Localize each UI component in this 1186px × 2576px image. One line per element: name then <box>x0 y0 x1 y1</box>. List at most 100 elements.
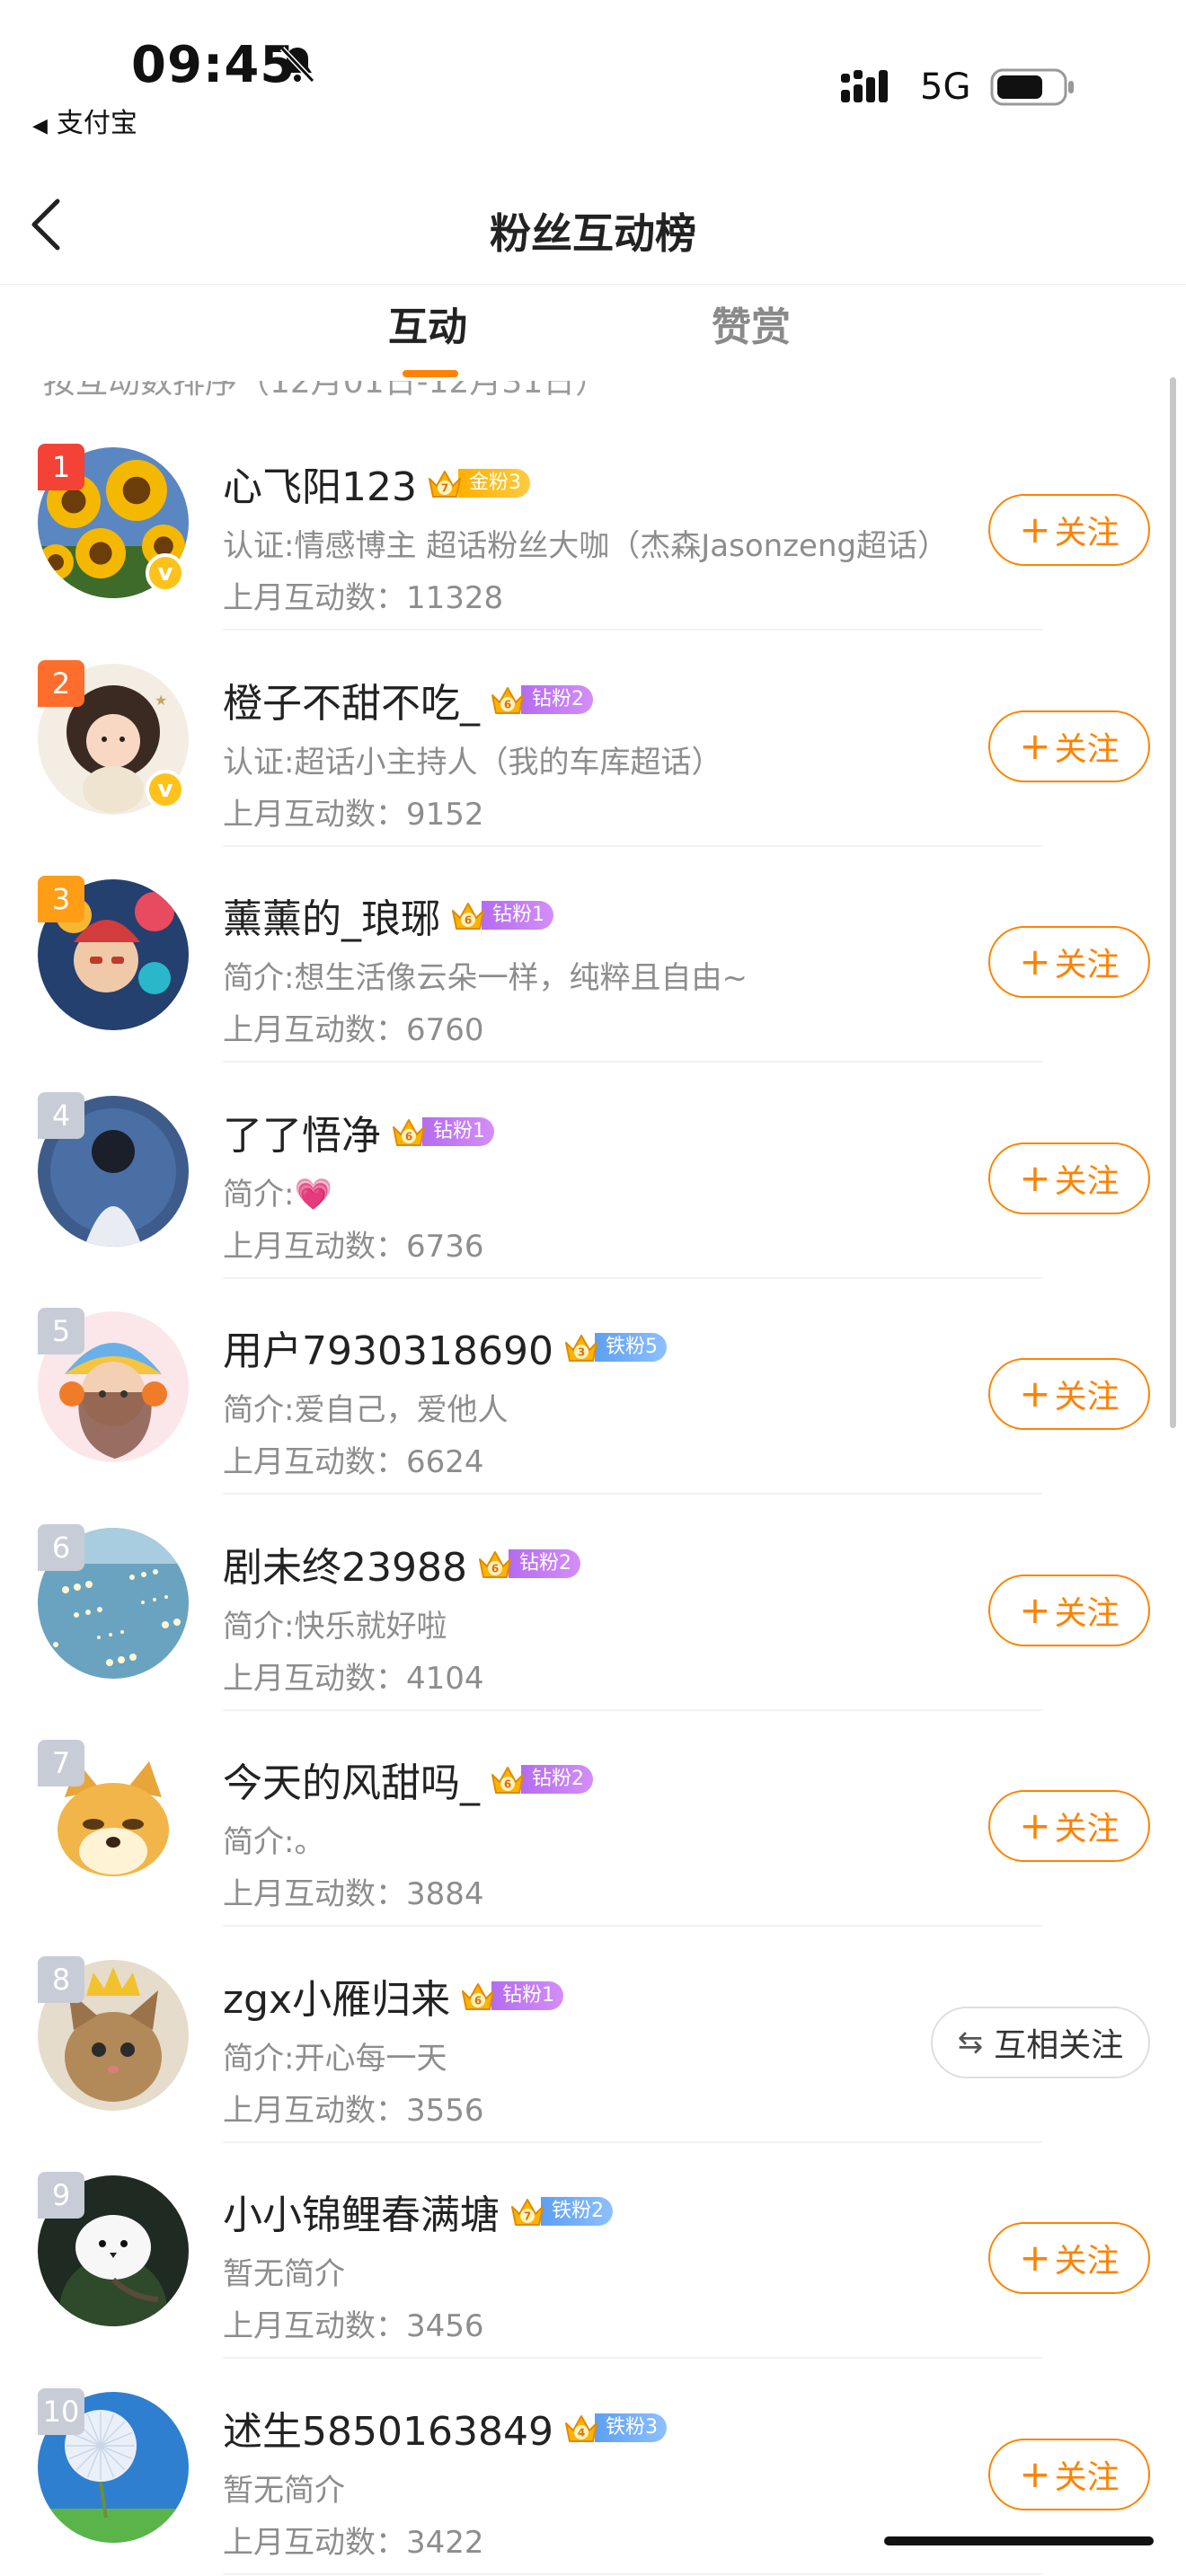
fan-level-badge[interactable]: 7 铁粉2 <box>509 2195 613 2228</box>
svg-text:3: 3 <box>578 1346 585 1359</box>
fan-description: 简介:💗 <box>223 1169 960 1213</box>
name-line: 剧未终23988 6 钻粉2 <box>223 1537 580 1591</box>
fan-name[interactable]: 用户7930318690 <box>223 1319 553 1376</box>
fan-description-text: 简介:快乐就好啦 <box>223 1608 447 1645</box>
fan-description: 简介:开心每一天 <box>223 2033 960 2078</box>
fan-name[interactable]: 了了悟净 <box>223 1103 381 1160</box>
follow-button[interactable]: + 关注 <box>988 2222 1150 2294</box>
mutual-follow-button[interactable]: ⇆ 互相关注 <box>931 2006 1150 2078</box>
fan-description: 简介:快乐就好啦 <box>223 1601 960 1645</box>
svg-text:7: 7 <box>524 2210 531 2223</box>
fan-level-badge[interactable]: 6 钻粉1 <box>449 899 553 931</box>
interaction-count: 上月互动数：4104 <box>223 1660 484 1697</box>
tab-active-indicator <box>403 370 458 377</box>
fan-row[interactable]: 8 zgx小雁归来 6 钻粉1 简介:开心每一天 上月互动数：3556 ⇆ 互相关… <box>0 1928 1186 2143</box>
name-line: 用户7930318690 3 铁粉5 <box>223 1320 667 1374</box>
crown-icon: 6 <box>462 1982 495 2010</box>
fan-row[interactable]: 9 小小锦鲤春满塘 7 铁粉2 暂无简介 上月互动数：3456 + 关注 <box>0 2143 1186 2359</box>
bell-muted-icon <box>279 46 315 84</box>
interaction-count: 上月互动数：11328 <box>223 580 504 616</box>
home-indicator[interactable] <box>884 2536 1154 2545</box>
fan-level-badge[interactable]: 6 钻粉1 <box>390 1116 494 1148</box>
network-label: 5G <box>920 66 971 108</box>
back-to-app-link[interactable]: ◀ 支付宝 <box>32 101 137 140</box>
name-line: 了了悟净 6 钻粉1 <box>223 1105 494 1159</box>
follow-button[interactable]: + 关注 <box>988 1790 1150 1862</box>
fan-name[interactable]: zgx小雁归来 <box>223 1967 450 2025</box>
fan-row[interactable]: 7 今天的风甜吗_ 6 钻粉2 简介:。 上月互动数：3884 + 关注 <box>0 1711 1186 1927</box>
follow-button[interactable]: + 关注 <box>988 2438 1150 2510</box>
interaction-count: 上月互动数：3422 <box>223 2524 484 2561</box>
fan-list[interactable]: 按互动数排序（12月01日-12月31日） 1 v 心飞阳123 7 金粉3 认… <box>0 381 1186 2576</box>
fan-level-label: 金粉3 <box>457 469 530 498</box>
svg-text:6: 6 <box>465 914 472 927</box>
fan-description-text: 简介:想生活像云朵一样，纯粹且自由~ <box>223 960 748 996</box>
fan-description-text: 认证:超话小主持人（我的车库超话） <box>223 744 722 781</box>
fan-row[interactable]: 1 v 心飞阳123 7 金粉3 认证:情感博主 超话粉丝大咖（杰森Jasonz… <box>0 415 1186 631</box>
crown-icon: 4 <box>564 2414 597 2442</box>
fan-name[interactable]: 剧未终23988 <box>223 1535 467 1592</box>
svg-text:6: 6 <box>504 1778 511 1791</box>
fan-level-badge[interactable]: 6 钻粉1 <box>459 1980 564 2012</box>
svg-text:6: 6 <box>474 1994 482 2007</box>
follow-button[interactable]: + 关注 <box>988 1142 1150 1214</box>
fan-description-text: 简介:爱自己，爱他人 <box>223 1392 509 1428</box>
crown-icon: 6 <box>478 1550 511 1578</box>
fan-name[interactable]: 小小锦鲤春满塘 <box>223 2183 500 2240</box>
follow-button[interactable]: + 关注 <box>988 494 1150 566</box>
fan-description: 暂无简介 <box>223 2466 960 2510</box>
fan-row[interactable]: 3 薰薰的_琅琊 6 钻粉1 简介:想生活像云朵一样，纯粹且自由~ 上月互动数：… <box>0 847 1186 1063</box>
rank-badge: 4 <box>38 1091 84 1139</box>
svg-text:6: 6 <box>405 1130 412 1142</box>
fan-name[interactable]: 橙子不甜不吃_ <box>223 671 480 728</box>
verified-icon: v <box>146 769 185 809</box>
fan-description-text: 认证:情感博主 超话粉丝大咖（杰森Jasonzeng超话） <box>223 528 949 564</box>
rank-badge: 7 <box>38 1740 84 1786</box>
fan-description: 认证:超话小主持人（我的车库超话） <box>223 737 960 781</box>
fan-level-badge[interactable]: 7 金粉3 <box>426 467 530 499</box>
fan-level-label: 铁粉5 <box>594 1333 667 1362</box>
rank-badge: 8 <box>38 1955 84 2003</box>
page-title: 粉丝互动榜 <box>490 209 696 258</box>
fan-level-badge[interactable]: 3 铁粉5 <box>562 1331 667 1363</box>
crown-icon: 3 <box>564 1335 597 1362</box>
row-divider <box>223 2572 1042 2575</box>
nav-bar: 粉丝互动榜 <box>0 162 1186 285</box>
tab-interaction[interactable]: 互动 <box>388 295 467 352</box>
fan-level-badge[interactable]: 6 钻粉2 <box>489 684 593 716</box>
plus-icon: + <box>1019 723 1051 768</box>
fan-level-badge[interactable]: 4 铁粉3 <box>562 2412 667 2444</box>
rank-badge: 5 <box>38 1308 84 1354</box>
name-line: zgx小雁归来 6 钻粉1 <box>223 1967 564 2025</box>
interaction-count: 上月互动数：9152 <box>223 796 484 833</box>
follow-button[interactable]: + 关注 <box>988 926 1150 998</box>
status-bar: 09:45 ◀ 支付宝 5G <box>0 0 1186 144</box>
fan-name[interactable]: 薰薰的_琅琊 <box>223 887 440 944</box>
fan-row[interactable]: 6 剧未终23988 6 钻粉2 简介:快乐就好啦 上月互动数：4104 + 关注 <box>0 1495 1186 1711</box>
plus-icon: + <box>1019 1587 1051 1632</box>
fan-level-badge[interactable]: 6 钻粉2 <box>476 1548 580 1580</box>
status-time: 09:45 <box>131 36 296 94</box>
rank-badge: 2 <box>38 659 84 707</box>
follow-button[interactable]: + 关注 <box>988 1574 1150 1646</box>
fan-row[interactable]: 2 ★★ v 橙子不甜不吃_ 6 钻粉2 认证:超话小主持人（我的车库超话） 上… <box>0 631 1186 847</box>
fan-level-label: 铁粉2 <box>541 2197 613 2226</box>
tab-appreciation[interactable]: 赞赏 <box>712 295 791 352</box>
fan-level-badge[interactable]: 6 钻粉2 <box>489 1763 593 1795</box>
plus-icon: + <box>1019 1372 1051 1416</box>
follow-button[interactable]: + 关注 <box>988 710 1150 782</box>
mutual-arrows-icon: ⇆ <box>957 2024 984 2060</box>
follow-label: 关注 <box>1054 1811 1120 1848</box>
rank-badge: 10 <box>38 2387 84 2435</box>
scrollbar[interactable] <box>1170 377 1176 1428</box>
back-app-label: 支付宝 <box>56 108 137 139</box>
follow-button[interactable]: + 关注 <box>988 1358 1150 1430</box>
fan-level-label: 钻粉1 <box>482 901 553 930</box>
fan-name[interactable]: 今天的风甜吗_ <box>223 1751 480 1808</box>
fan-row[interactable]: 4 了了悟净 6 钻粉1 简介:💗 上月互动数：6736 + 关注 <box>0 1063 1186 1279</box>
fan-level-label: 铁粉3 <box>594 2413 667 2442</box>
fan-name[interactable]: 心飞阳123 <box>223 454 417 512</box>
fan-row[interactable]: 5 用户7930318690 3 铁粉5 简介:爱自己，爱他人 上月互动数：66… <box>0 1279 1186 1495</box>
fan-name[interactable]: 述生5850163849 <box>223 2399 553 2457</box>
name-line: 薰薰的_琅琊 6 钻粉1 <box>223 888 553 942</box>
